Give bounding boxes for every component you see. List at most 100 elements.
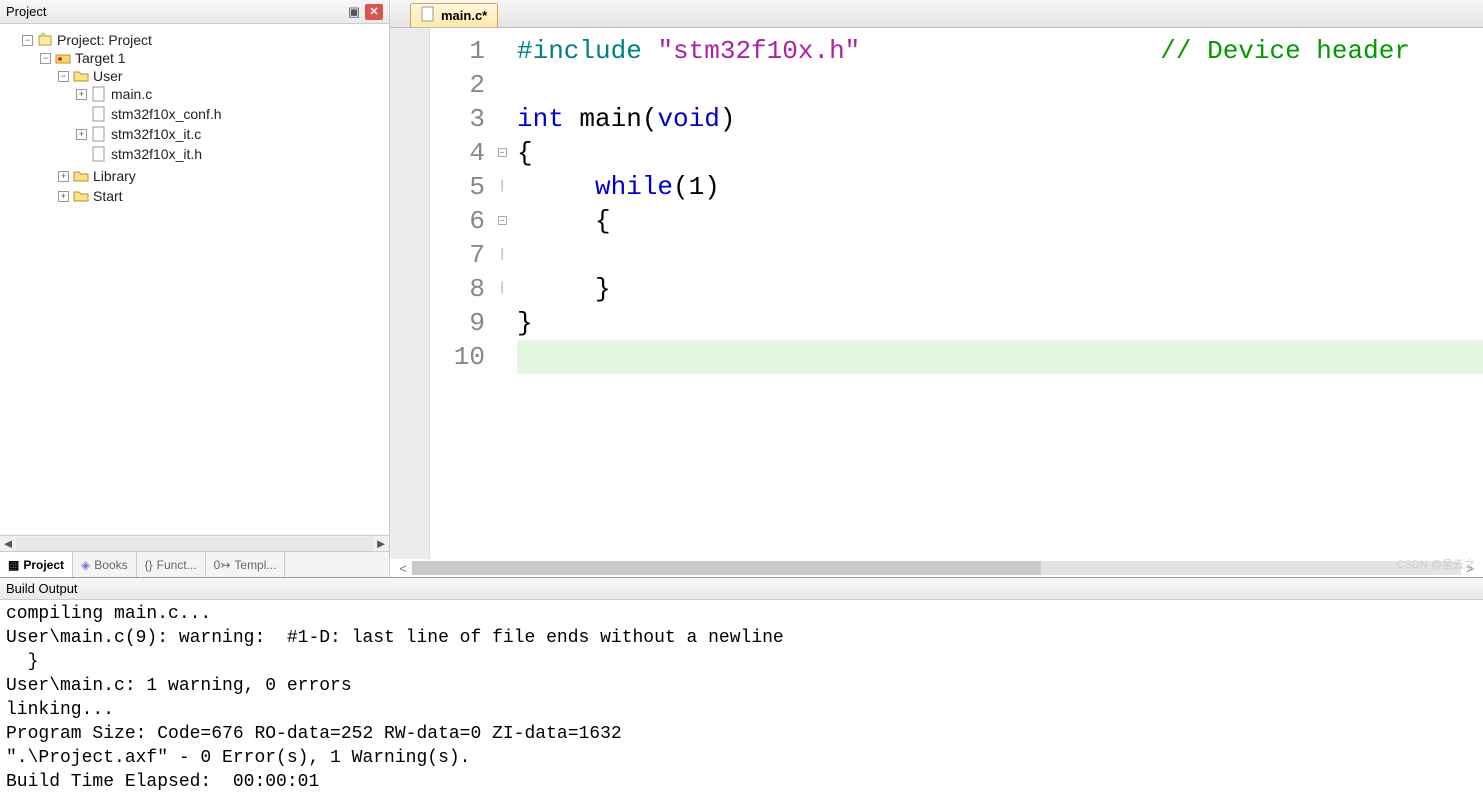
tree-folder-start[interactable]: + Start xyxy=(58,188,385,204)
build-output-header: Build Output xyxy=(0,578,1483,600)
build-line: User\main.c(9): warning: #1-D: last line… xyxy=(6,626,1477,650)
tree-folder-library[interactable]: + Library xyxy=(58,168,385,184)
expand-icon[interactable]: + xyxy=(76,129,87,140)
build-output-title: Build Output xyxy=(6,581,78,596)
file-icon xyxy=(91,86,107,102)
line-number-gutter: 12345678910 xyxy=(430,28,495,559)
books-tab-icon: ◈ xyxy=(81,558,90,572)
build-line: linking... xyxy=(6,698,1477,722)
scroll-track[interactable] xyxy=(412,561,1461,575)
file-label: stm32f10x_it.h xyxy=(111,146,202,162)
code-token: // Device header xyxy=(1160,36,1410,66)
folder-icon xyxy=(73,168,89,184)
project-panel-title: Project xyxy=(6,4,343,19)
functions-tab-icon: {} xyxy=(145,558,153,572)
fold-gutter[interactable]: − │ − ││ xyxy=(495,28,509,559)
code-token: "stm32f10x.h" xyxy=(657,36,860,66)
file-label: stm32f10x_it.c xyxy=(111,126,201,142)
scroll-left-icon[interactable]: ◄ xyxy=(0,536,16,551)
tree-folder-user[interactable]: − User xyxy=(58,68,385,84)
tree-hscrollbar[interactable]: ◄ ► xyxy=(0,535,389,551)
target-icon xyxy=(55,50,71,66)
file-icon xyxy=(91,126,107,142)
file-icon xyxy=(91,106,107,122)
code-content[interactable]: #include "stm32f10x.h" // Device header i… xyxy=(509,28,1483,559)
file-icon xyxy=(421,6,435,25)
code-token: { xyxy=(517,206,611,236)
watermark: CSDN @星云之 xyxy=(1397,556,1475,572)
build-output-panel: Build Output compiling main.c...User\mai… xyxy=(0,577,1483,802)
tree-file[interactable]: + stm32f10x_it.c xyxy=(76,126,385,142)
scroll-right-icon[interactable]: ► xyxy=(373,536,389,551)
scroll-left-icon[interactable]: < xyxy=(396,561,410,576)
editor-area: main.c* 12345678910 − │ − ││ #include "s… xyxy=(390,0,1483,577)
panel-tab-books[interactable]: ◈ Books xyxy=(73,552,137,577)
project-panel: Project ▣ ✕ − Project: Project − xyxy=(0,0,390,577)
folder-label: User xyxy=(93,68,123,84)
code-token: ) xyxy=(720,104,736,134)
file-label: stm32f10x_conf.h xyxy=(111,106,222,122)
templates-tab-icon: 0↣ xyxy=(214,558,231,572)
editor-tabstrip: main.c* xyxy=(390,0,1483,28)
panel-tab-functions[interactable]: {} Funct... xyxy=(137,552,206,577)
tab-label: Templ... xyxy=(234,558,276,572)
folder-icon xyxy=(73,188,89,204)
code-token: while xyxy=(595,172,673,202)
tree-root-label: Project: Project xyxy=(57,32,152,48)
file-icon xyxy=(91,146,107,162)
panel-tab-project[interactable]: ▦ Project xyxy=(0,551,73,577)
scroll-thumb[interactable] xyxy=(412,561,1041,575)
code-token xyxy=(517,172,595,202)
tree-file[interactable]: stm32f10x_conf.h xyxy=(76,106,385,122)
editor-tab-main-c[interactable]: main.c* xyxy=(410,3,498,27)
project-panel-tabs: ▦ Project ◈ Books {} Funct... 0↣Templ... xyxy=(0,551,389,577)
scroll-track[interactable] xyxy=(16,537,373,551)
code-token: } xyxy=(517,308,533,338)
folder-open-icon xyxy=(73,68,89,84)
build-line: ".\Project.axf" - 0 Error(s), 1 Warning(… xyxy=(6,746,1477,770)
tree-target-label: Target 1 xyxy=(75,50,126,66)
project-panel-header: Project ▣ ✕ xyxy=(0,0,389,24)
expand-icon[interactable]: + xyxy=(76,89,87,100)
current-line-highlight xyxy=(517,340,1483,374)
code-token: int xyxy=(517,104,564,134)
collapse-icon[interactable]: − xyxy=(58,71,69,82)
build-line: User\main.c: 1 warning, 0 errors xyxy=(6,674,1477,698)
editor-hscrollbar[interactable]: < > xyxy=(390,559,1483,577)
build-line: } xyxy=(6,650,1477,674)
tree-file[interactable]: stm32f10x_it.h xyxy=(76,146,385,162)
panel-tab-templates[interactable]: 0↣Templ... xyxy=(206,552,286,577)
collapse-icon[interactable]: − xyxy=(22,35,33,46)
folder-label: Start xyxy=(93,188,123,204)
build-line: Build Time Elapsed: 00:00:01 xyxy=(6,770,1477,794)
project-tree[interactable]: − Project: Project − Target 1 xyxy=(0,24,389,535)
collapse-icon[interactable]: − xyxy=(40,53,51,64)
project-tab-icon: ▦ xyxy=(8,558,19,572)
fold-toggle-icon[interactable]: − xyxy=(498,216,507,225)
code-token: void xyxy=(657,104,719,134)
tab-label: Books xyxy=(94,558,127,572)
build-output-text[interactable]: compiling main.c...User\main.c(9): warni… xyxy=(0,600,1483,802)
project-icon xyxy=(37,32,53,48)
expand-icon[interactable]: + xyxy=(58,171,69,182)
editor-tab-label: main.c* xyxy=(441,8,487,23)
build-line: compiling main.c... xyxy=(6,602,1477,626)
build-line: Program Size: Code=676 RO-data=252 RW-da… xyxy=(6,722,1477,746)
fold-toggle-icon[interactable]: − xyxy=(498,148,507,157)
code-token: main( xyxy=(564,104,658,134)
code-token: } xyxy=(517,274,611,304)
tab-label: Project xyxy=(23,558,64,572)
file-label: main.c xyxy=(111,86,152,102)
code-token: { xyxy=(517,138,533,168)
close-icon[interactable]: ✕ xyxy=(365,4,383,20)
pin-icon[interactable]: ▣ xyxy=(345,4,363,20)
gutter-margin xyxy=(390,28,430,559)
tree-root[interactable]: − Project: Project xyxy=(22,32,385,48)
expand-icon[interactable]: + xyxy=(58,191,69,202)
code-token: (1) xyxy=(673,172,720,202)
tree-file[interactable]: + main.c xyxy=(76,86,385,102)
code-editor[interactable]: 12345678910 − │ − ││ #include "stm32f10x… xyxy=(390,28,1483,559)
code-token: #include xyxy=(517,36,642,66)
tree-target[interactable]: − Target 1 xyxy=(40,50,385,66)
tab-label: Funct... xyxy=(157,558,197,572)
